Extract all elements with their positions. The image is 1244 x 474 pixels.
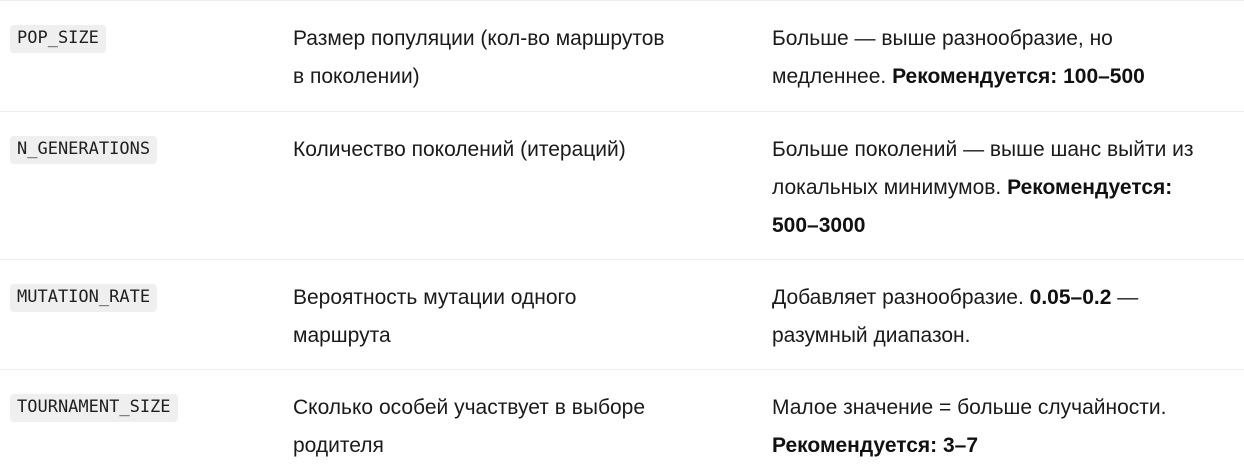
- recommendation-line: Больше поколений — выше шанс выйти из: [772, 138, 1194, 161]
- table-row-n-generations: N_GENERATIONS Количество поколений (итер…: [0, 112, 1244, 260]
- param-recommendation: Больше поколений — выше шанс выйти из ло…: [772, 131, 1242, 245]
- recommendation-text: Добавляет разнообразие.: [772, 286, 1030, 309]
- recommended-range: 0.05–0.2: [1029, 286, 1112, 309]
- param-name-code: TOURNAMENT_SIZE: [10, 394, 178, 422]
- recommended-range: 500–3000: [772, 214, 866, 237]
- table-row-tournament-size: TOURNAMENT_SIZE Сколько особей участвует…: [0, 370, 1244, 474]
- description-line: родителя: [293, 434, 384, 457]
- param-name-code: MUTATION_RATE: [10, 284, 158, 312]
- recommended-range: Рекомендуется: 100–500: [892, 65, 1145, 88]
- recommendation-line: медленнее. Рекомендуется: 100–500: [772, 58, 1242, 96]
- recommendation-line: Рекомендуется: 3–7: [772, 427, 1242, 465]
- recommendation-line: Добавляет разнообразие. 0.05–0.2 —: [772, 279, 1242, 317]
- recommendation-line: Малое значение = больше случайности.: [772, 396, 1167, 419]
- recommendation-line: разумный диапазон.: [772, 324, 971, 347]
- description-line: Вероятность мутации одного: [293, 286, 577, 309]
- param-recommendation: Больше — выше разнообразие, но медленнее…: [772, 20, 1242, 96]
- param-description: Количество поколений (итераций): [293, 131, 733, 169]
- recommended-range: Рекомендуется: 3–7: [772, 434, 979, 457]
- description-line: в поколении): [293, 65, 420, 88]
- recommendation-line: 500–3000: [772, 207, 1242, 245]
- description-line: маршрута: [293, 324, 391, 347]
- param-description: Вероятность мутации одного маршрута: [293, 279, 733, 355]
- table-row-pop-size: POP_SIZE Размер популяции (кол-во маршру…: [0, 1, 1244, 112]
- description-line: Сколько особей участвует в выборе: [293, 396, 646, 419]
- param-name-code: POP_SIZE: [10, 25, 106, 53]
- recommendation-line: Больше — выше разнообразие, но: [772, 27, 1113, 50]
- description-line: Размер популяции (кол-во маршрутов: [293, 27, 665, 50]
- recommended-label: Рекомендуется:: [1007, 176, 1173, 199]
- description-line: Количество поколений (итераций): [293, 138, 626, 161]
- param-name-code: N_GENERATIONS: [10, 136, 158, 164]
- recommendation-text: локальных минимумов.: [772, 176, 1008, 199]
- recommendation-text: —: [1111, 286, 1139, 309]
- param-description: Сколько особей участвует в выборе родите…: [293, 389, 733, 465]
- table-row-mutation-rate: MUTATION_RATE Вероятность мутации одного…: [0, 260, 1244, 370]
- param-description: Размер популяции (кол-во маршрутов в пок…: [293, 20, 733, 96]
- parameters-table: POP_SIZE Размер популяции (кол-во маршру…: [0, 0, 1244, 474]
- recommendation-line: локальных минимумов. Рекомендуется:: [772, 169, 1242, 207]
- recommendation-text: медленнее.: [772, 65, 893, 88]
- param-recommendation: Добавляет разнообразие. 0.05–0.2 — разум…: [772, 279, 1242, 355]
- param-recommendation: Малое значение = больше случайности. Рек…: [772, 389, 1242, 465]
